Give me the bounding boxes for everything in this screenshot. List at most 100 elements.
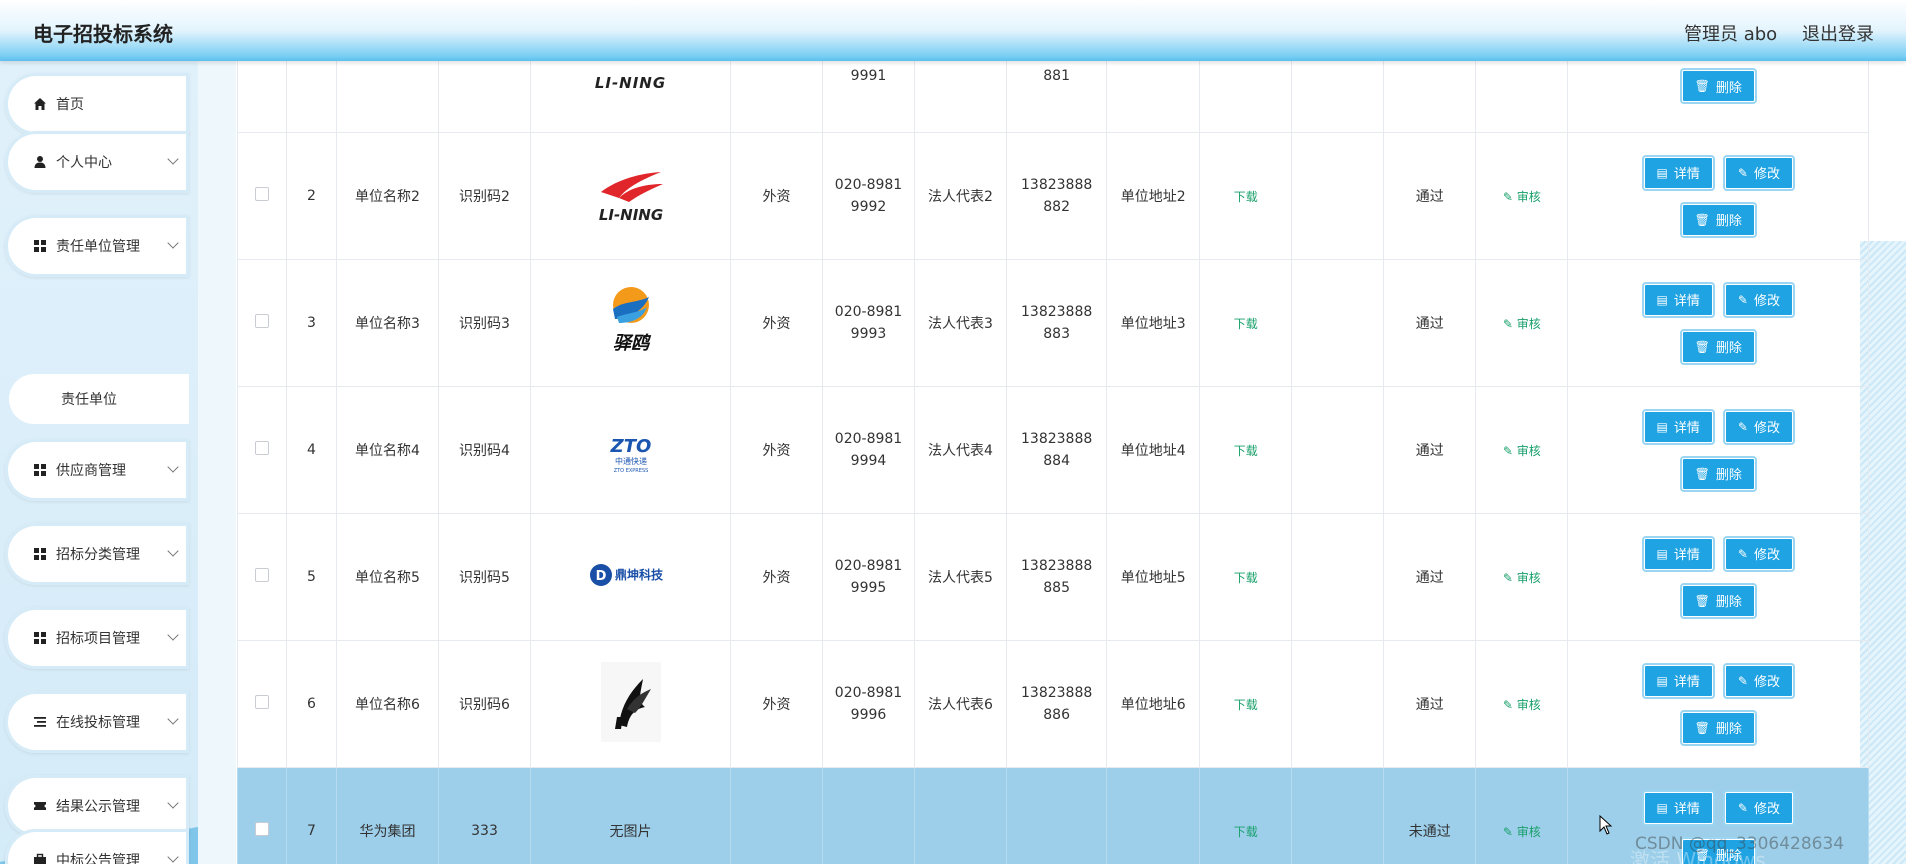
sidebar-item-label: 中标公告管理 <box>56 853 140 864</box>
sidebar-item-bid-announcement[interactable]: 中标公告管理 <box>5 829 189 864</box>
svg-text:ZTO: ZTO <box>609 436 651 457</box>
edit-button[interactable]: ✎ 修改 <box>1724 791 1793 824</box>
row-checkbox[interactable] <box>255 441 269 455</box>
svg-text:ZTO EXPRESS: ZTO EXPRESS <box>613 468 648 474</box>
sidebar-item-result-publicity[interactable]: 结果公示管理 <box>5 775 189 837</box>
grid-icon <box>34 240 46 252</box>
table-cell: 4 <box>286 386 337 514</box>
table-cell: 识别码4 <box>438 386 531 514</box>
table-row-selected: 7 华为集团 333 无图片 下载 未通过 ✎ 审核 ▤ 详情 ✎ 修改 🗑 删除 <box>237 767 1870 864</box>
company-logo: D 鼎坤科技 <box>589 564 663 586</box>
edit-icon: ✎ <box>1737 419 1748 434</box>
table-cell: 单位名称2 <box>336 132 439 260</box>
document-icon: ▤ <box>1656 165 1668 180</box>
download-link[interactable]: 下载 <box>1234 190 1258 204</box>
table-cell: 单位地址4 <box>1106 386 1201 514</box>
table-cell: 9991 <box>850 68 887 84</box>
sidebar-item-home[interactable]: 首页 <box>5 73 189 135</box>
edit-button[interactable]: ✎ 修改 <box>1724 664 1793 697</box>
table-row: 3 单位名称3 识别码3 驿鸥 外资 020-8981 9993 法人代表3 1… <box>237 259 1870 387</box>
action-buttons: ▤ 详情 ✎ 修改 🗑 删除 <box>1568 410 1868 490</box>
edit-button[interactable]: ✎ 修改 <box>1724 410 1793 443</box>
table-cell <box>1005 767 1108 864</box>
table-cell: 识别码5 <box>438 513 531 641</box>
row-checkbox[interactable] <box>255 822 269 836</box>
chevron-down-icon <box>167 629 179 641</box>
sidebar-item-online-bidding[interactable]: 在线投标管理 <box>5 691 189 753</box>
edit-pen-icon: ✎ <box>1502 570 1517 585</box>
audit-link[interactable]: ✎ 审核 <box>1503 317 1541 331</box>
sidebar-item-tender-project[interactable]: 招标项目管理 <box>5 607 189 669</box>
table-cell: 13823888 886 <box>1005 640 1108 768</box>
main-content: LI-NING 9991 881 🗑 删除 2 单位名称2 识别码2 LI-NIN… <box>198 61 1906 864</box>
chevron-down-icon <box>167 153 179 165</box>
edit-icon: ✎ <box>1737 673 1748 688</box>
delete-button[interactable]: 🗑 删除 <box>1681 584 1755 617</box>
svg-text:LI-NING: LI-NING <box>598 206 662 224</box>
delete-button[interactable]: 🗑 删除 <box>1681 330 1755 363</box>
table-cell: 020-8981 9996 <box>822 640 915 768</box>
detail-button[interactable]: ▤ 详情 <box>1643 410 1713 443</box>
status-cell: 未通过 <box>1383 767 1477 864</box>
download-link[interactable]: 下载 <box>1234 571 1258 585</box>
download-link[interactable]: 下载 <box>1234 444 1258 458</box>
detail-button[interactable]: ▤ 详情 <box>1643 537 1713 570</box>
download-link[interactable]: 下载 <box>1234 317 1258 331</box>
edit-button[interactable]: ✎ 修改 <box>1724 156 1793 189</box>
sidebar-item-tender-category[interactable]: 招标分类管理 <box>5 523 189 585</box>
table-cell: 法人代表5 <box>914 513 1007 641</box>
document-icon: ▤ <box>1656 673 1668 688</box>
row-checkbox[interactable] <box>255 568 269 582</box>
audit-link[interactable]: ✎ 审核 <box>1503 825 1541 839</box>
chevron-down-icon <box>167 851 179 863</box>
download-link[interactable]: 下载 <box>1234 698 1258 712</box>
detail-button[interactable]: ▤ 详情 <box>1643 156 1713 189</box>
table-cell: 333 <box>438 767 531 864</box>
csdn-watermark: CSDN @qq_3306428634 <box>1635 834 1845 854</box>
row-checkbox[interactable] <box>255 695 269 709</box>
row-checkbox[interactable] <box>255 314 269 328</box>
detail-button[interactable]: ▤ 详情 <box>1643 791 1713 824</box>
audit-link[interactable]: ✎ 审核 <box>1503 698 1541 712</box>
audit-link[interactable]: ✎ 审核 <box>1503 571 1541 585</box>
table-cell: 法人代表4 <box>914 386 1007 514</box>
table-cell: 2 <box>286 132 337 260</box>
company-logo: 驿鸥 <box>612 287 652 354</box>
chevron-down-icon <box>167 237 179 249</box>
table-cell: 外资 <box>730 132 823 260</box>
svg-text:中通快递: 中通快递 <box>615 456 647 466</box>
delete-button[interactable]: 🗑 删除 <box>1681 457 1755 490</box>
sidebar-item-unit-management[interactable]: 责任单位管理 <box>5 215 189 277</box>
table-cell: 外资 <box>730 259 823 387</box>
audit-link[interactable]: ✎ 审核 <box>1503 190 1541 204</box>
detail-button[interactable]: ▤ 详情 <box>1643 283 1713 316</box>
sidebar-item-personal-center[interactable]: 个人中心 <box>5 131 189 193</box>
status-cell: 通过 <box>1383 259 1477 387</box>
edit-button[interactable]: ✎ 修改 <box>1724 283 1793 316</box>
delete-button[interactable]: 🗑 删除 <box>1681 70 1755 102</box>
sidebar-item-label: 结果公示管理 <box>56 799 140 815</box>
table-cell: 识别码6 <box>438 640 531 768</box>
svg-text:驿鸥: 驿鸥 <box>613 333 652 354</box>
detail-button[interactable]: ▤ 详情 <box>1643 664 1713 697</box>
list-icon <box>34 717 46 727</box>
table-cell <box>822 767 915 864</box>
download-link[interactable]: 下载 <box>1234 825 1258 839</box>
audit-link[interactable]: ✎ 审核 <box>1503 444 1541 458</box>
chevron-down-icon <box>167 797 179 809</box>
table-row: 4 单位名称4 识别码4 ZTO 中通快递 ZTO EXPRESS 外资 020… <box>237 386 1870 514</box>
row-checkbox[interactable] <box>255 187 269 201</box>
home-icon <box>34 98 46 110</box>
company-logo <box>600 662 661 742</box>
trash-icon: 🗑 <box>1694 466 1710 481</box>
table-cell <box>914 767 1007 864</box>
company-logo: ZTO 中通快递 ZTO EXPRESS <box>609 436 651 474</box>
delete-button[interactable]: 🗑 删除 <box>1681 203 1755 236</box>
sidebar-item-supplier-management[interactable]: 供应商管理 <box>5 439 189 501</box>
sidebar: 首页 个人中心 责任单位管理 责任单位 供应商管理 招标分类管理 招标项目管理 … <box>0 61 198 864</box>
delete-button[interactable]: 🗑 删除 <box>1681 711 1755 744</box>
submenu-item-responsible-unit[interactable]: 责任单位 <box>9 374 189 424</box>
table-row: LI-NING 9991 881 🗑 删除 <box>237 61 1870 133</box>
edit-button[interactable]: ✎ 修改 <box>1724 537 1793 570</box>
logout-link[interactable]: 退出登录 <box>1802 20 1874 46</box>
